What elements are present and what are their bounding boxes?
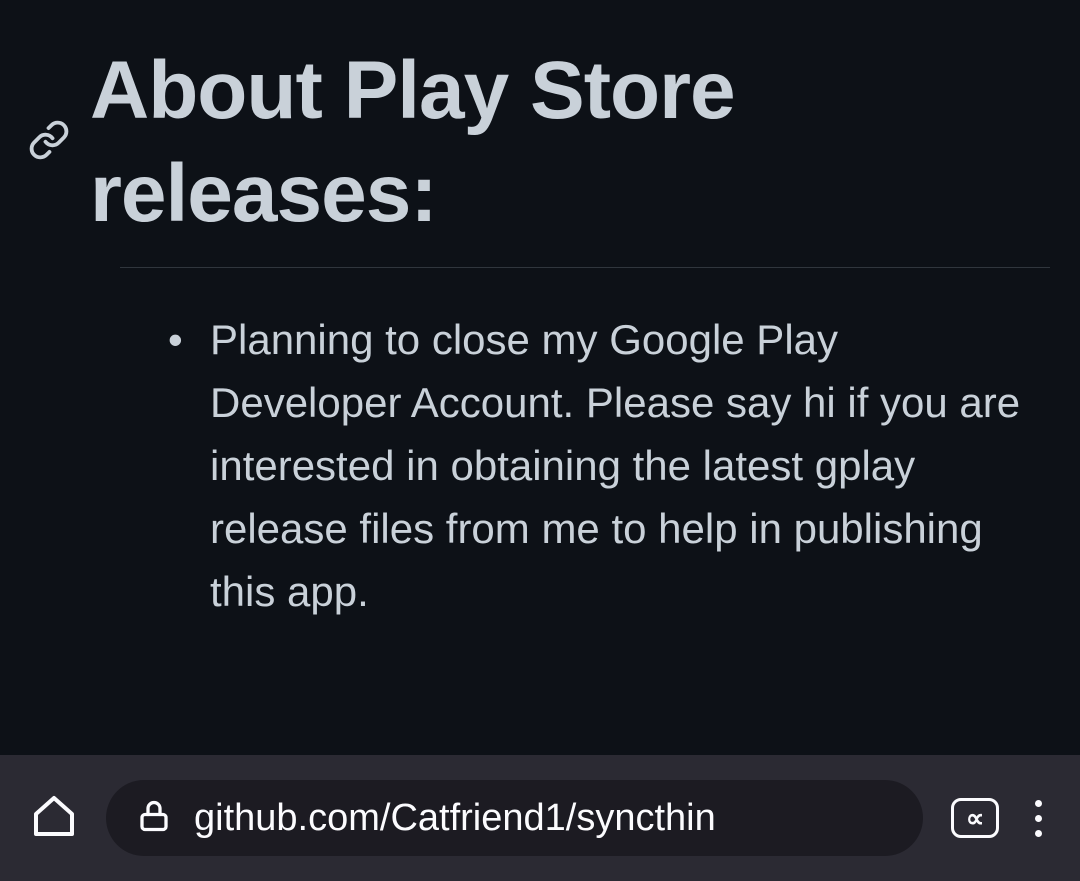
section-heading: About Play Store releases: [90,40,1050,245]
heading-row: About Play Store releases: [30,40,1050,245]
tabs-count: ∝ [966,805,985,831]
url-text: github.com/Catfriend1/syncthin [194,797,893,840]
heading-divider [120,267,1050,268]
bullet-list: Planning to close my Google Play Develop… [30,308,1050,623]
page-content: About Play Store releases: Planning to c… [0,0,1080,755]
url-bar[interactable]: github.com/Catfriend1/syncthin [106,780,923,856]
lock-icon [136,798,172,839]
more-menu-icon[interactable] [1027,800,1050,837]
tabs-icon[interactable]: ∝ [951,798,999,838]
list-item: Planning to close my Google Play Develop… [210,308,1050,623]
home-icon[interactable] [30,792,78,845]
browser-toolbar: github.com/Catfriend1/syncthin ∝ [0,755,1080,881]
link-icon[interactable] [28,119,70,166]
